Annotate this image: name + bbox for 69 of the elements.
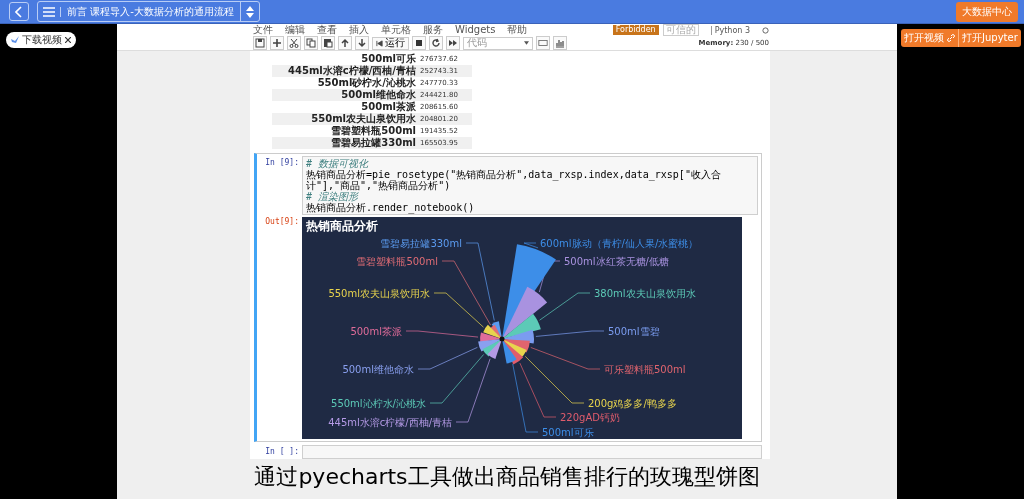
code-editor[interactable]: # 数据可视化 热销商品分析=pie_rosetype("热销商品分析",data_rxsp.index,data_rxsp["收入合计"],"商品","热销商品分析") # 渲染图形 热销商品分析.render_notebook() xyxy=(302,156,758,215)
restart-icon[interactable] xyxy=(429,36,443,50)
chart-label: 550ml沁柠水/沁桃水 xyxy=(331,398,426,409)
chart-label: 380ml农夫山泉饮用水 xyxy=(594,288,696,299)
stop-icon[interactable] xyxy=(412,36,426,50)
chart-label: 可乐塑料瓶500ml xyxy=(604,364,686,375)
chart-label: 雪碧塑料瓶500ml xyxy=(356,256,438,267)
caret-icon xyxy=(524,41,529,45)
run-button[interactable]: 运行 xyxy=(372,36,409,50)
fast-forward-icon[interactable] xyxy=(446,36,460,50)
arrow-up-icon[interactable] xyxy=(338,36,352,50)
center-dot xyxy=(499,336,505,342)
menu-item[interactable]: 插入 xyxy=(349,24,369,36)
table-row-label: 雪碧易拉罐330ml xyxy=(330,137,417,149)
arrow-down-icon[interactable] xyxy=(355,36,369,50)
chart-label: 600ml脉动（青柠/仙人果/水蜜桃） xyxy=(540,238,699,249)
cut-icon[interactable] xyxy=(287,36,301,50)
bar-chart-icon[interactable] xyxy=(553,36,567,50)
output-prompt: Out[9]: xyxy=(264,216,300,226)
table-row-label: 445ml水溶c柠檬/西柚/青桔 xyxy=(287,65,417,77)
code-line: # 数据可视化 xyxy=(306,158,370,169)
menu-item[interactable]: 服务 xyxy=(423,24,443,36)
menu-item[interactable]: Widgets xyxy=(455,24,496,36)
step-icon xyxy=(376,39,383,47)
table-row-label: 550ml砂柠水/沁桃水 xyxy=(316,77,417,89)
menu-item[interactable]: 帮助 xyxy=(507,24,528,36)
table-row-label: 500ml茶派 xyxy=(360,101,417,113)
chart-label: 500ml冰红茶无糖/低糖 xyxy=(564,256,669,267)
paste-icon[interactable] xyxy=(321,36,335,50)
video-subtitle: 通过pyecharts工具做出商品销售排行的玫瑰型饼图 xyxy=(253,463,761,491)
table-row-label: 500ml可乐 xyxy=(360,53,417,65)
code-input-field[interactable] xyxy=(302,445,762,459)
chart-label: 500ml维他命水 xyxy=(342,364,414,375)
chart-label: 220gAD钙奶 xyxy=(560,412,620,423)
chart-title: 热销商品分析 xyxy=(306,219,378,233)
save-icon[interactable] xyxy=(253,36,267,50)
menu-item[interactable]: 编辑 xyxy=(285,24,305,36)
chart-label: 500ml茶派 xyxy=(350,326,402,337)
input-prompt: In [9]: xyxy=(264,157,300,167)
table-row-label: 雪碧塑料瓶500ml xyxy=(330,125,417,137)
kernel-status-icon xyxy=(762,26,769,34)
course-selector[interactable]: 前言 课程导入-大数据分析的通用流程 xyxy=(37,1,260,22)
leader-line xyxy=(535,330,605,337)
close-icon[interactable] xyxy=(65,37,71,43)
menu-item[interactable]: 文件 xyxy=(253,24,273,36)
download-video-chip[interactable]: 下载视频 xyxy=(6,32,76,48)
menu-item[interactable]: 查看 xyxy=(317,24,337,36)
code-line: 热销商品分析=pie_rosetype("热销商品分析",data_rxsp.index,data_rxsp["收入合计"],"商品","热销商品分析") xyxy=(306,169,722,191)
chart-label: 550ml农夫山泉饮用水 xyxy=(328,288,430,299)
code-line: # 渲染图形 xyxy=(306,191,360,202)
kernel-name: Python 3 xyxy=(710,25,750,35)
plus-icon[interactable] xyxy=(270,36,284,50)
code-line: 热销商品分析.render_notebook() xyxy=(306,202,476,213)
chart-label: 雪碧易拉罐330ml xyxy=(380,238,462,249)
chart-label: 445ml水溶c柠檬/西柚/青桔 xyxy=(328,417,452,428)
chevron-left-icon xyxy=(15,5,23,18)
course-title: 前言 课程导入-大数据分析的通用流程 xyxy=(61,2,241,21)
input-prompt: In [ ]: xyxy=(264,446,300,456)
back-button[interactable] xyxy=(9,2,29,21)
chart-label: 500ml可乐 xyxy=(542,427,594,438)
chart-label: 200g鸡多多/鸭多多 xyxy=(588,398,677,409)
table-row-label: 500ml维他命水 xyxy=(340,89,417,101)
status-badge: Forbidden xyxy=(612,25,659,35)
copy-icon[interactable] xyxy=(304,36,318,50)
link-icon xyxy=(947,34,955,42)
table-row-label: 550ml农夫山泉饮用水 xyxy=(310,113,417,125)
chart-label: 500ml雪碧 xyxy=(608,326,660,337)
menu-item[interactable]: 单元格 xyxy=(381,24,411,36)
leader-line xyxy=(523,242,539,249)
